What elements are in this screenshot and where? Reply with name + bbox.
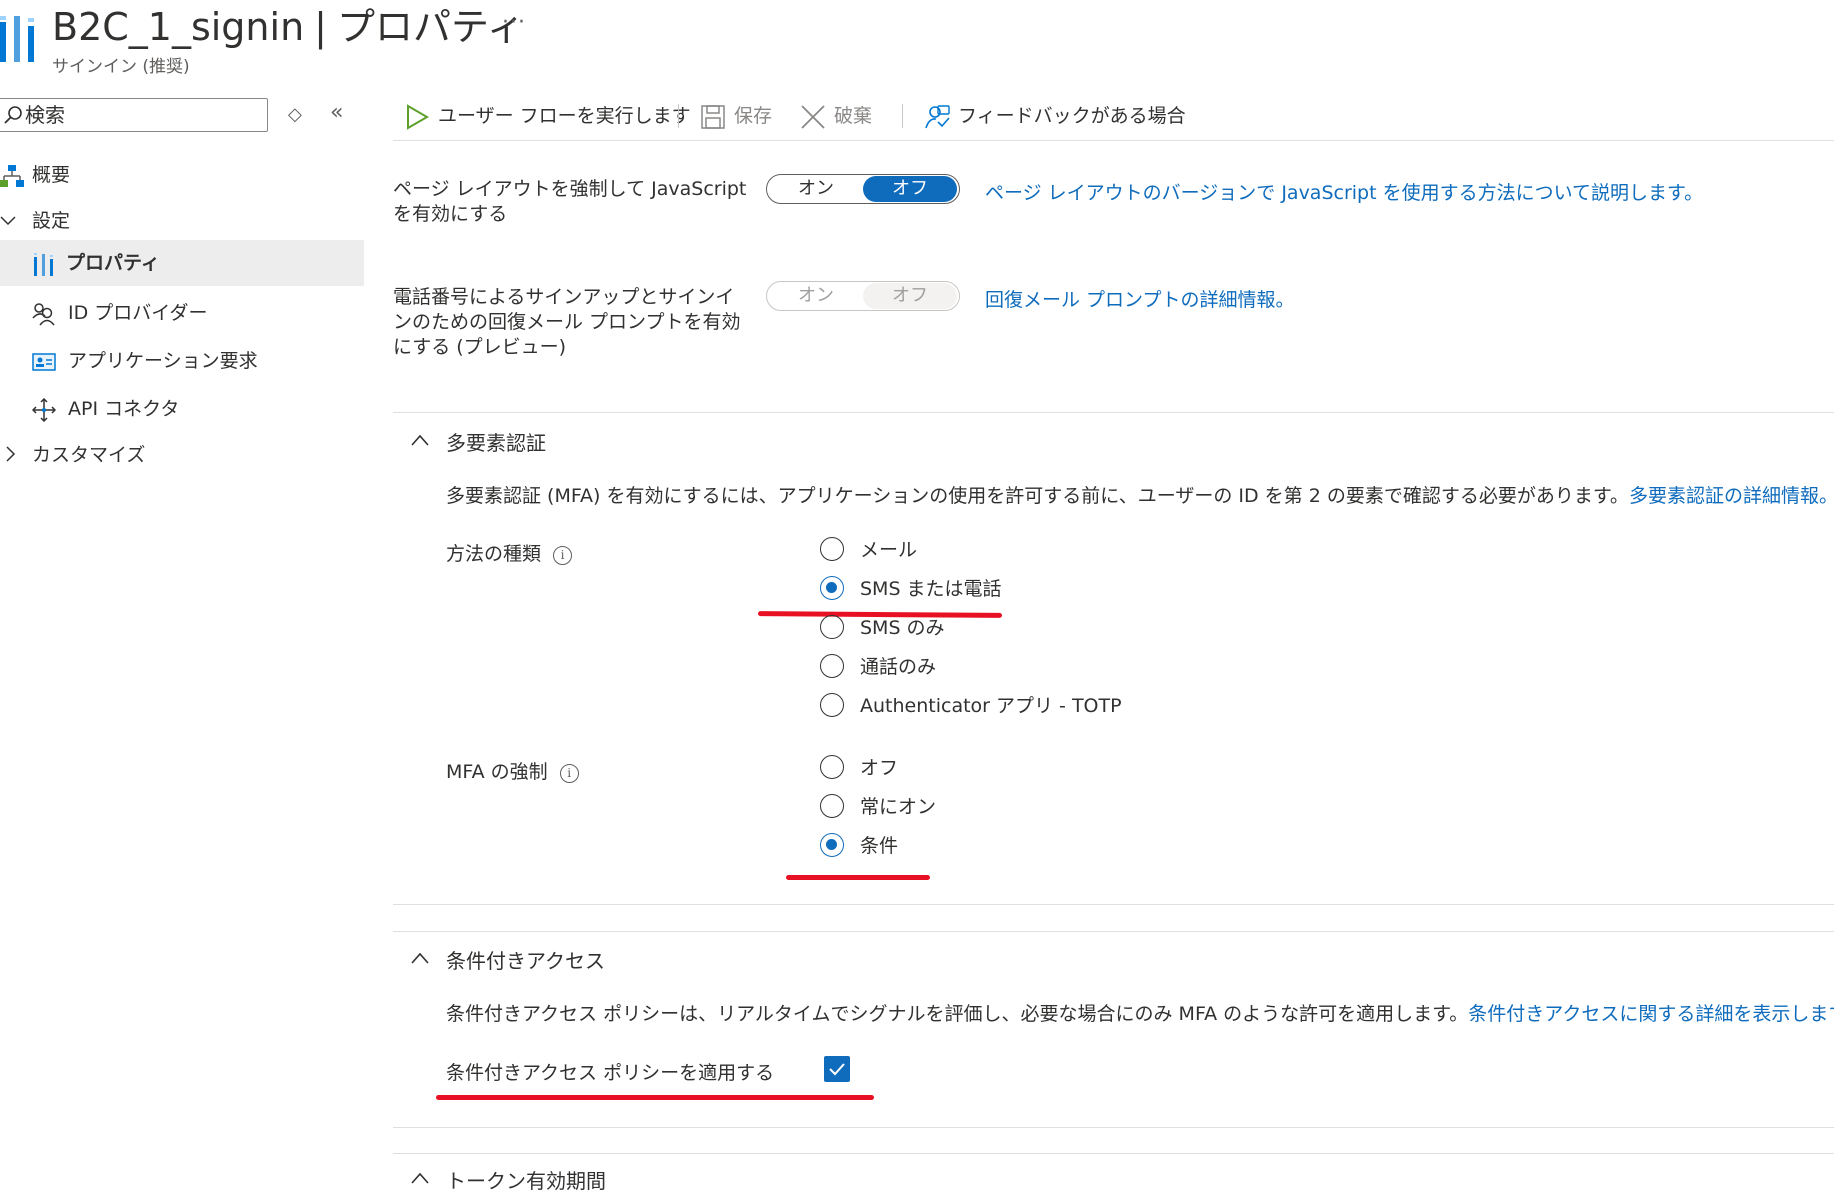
phone-learn-more-link[interactable]: 回復メール プロンプトの詳細情報。 (985, 285, 1294, 312)
method-type-label: 方法の種類 i (446, 542, 573, 567)
discard-button[interactable]: 破棄 (800, 100, 872, 132)
save-icon (701, 104, 725, 129)
search-icon (4, 106, 22, 124)
radio-button[interactable] (820, 537, 844, 561)
app-claims-icon (32, 353, 56, 371)
mfa-enforcement-label-text: MFA の強制 (446, 761, 548, 783)
radio-label: Authenticator アプリ - TOTP (860, 695, 1122, 717)
play-icon (407, 103, 429, 130)
toolbar-divider (678, 104, 679, 128)
feedback-button[interactable]: フィードバックがある場合 (924, 100, 1186, 132)
radio-button-selected[interactable] (820, 833, 844, 857)
mfa-description-text: 多要素認証 (MFA) を有効にするには、アプリケーションの使用を許可する前に、… (446, 485, 1629, 507)
sidebar-search[interactable] (0, 98, 268, 132)
more-options-button[interactable]: ··· (502, 10, 526, 35)
conditional-access-learn-more-link[interactable]: 条件付きアクセスに関する詳細を表示します。 (1468, 1003, 1834, 1025)
conditional-access-description: 条件付きアクセス ポリシーは、リアルタイムでシグナルを評価し、必要な場合にのみ … (446, 999, 1834, 1026)
toggle-on-option[interactable]: オン (769, 283, 863, 309)
radio-label: オフ (860, 757, 899, 779)
annotation-underline (786, 875, 930, 880)
method-type-label-text: 方法の種類 (446, 543, 542, 565)
mfa-description: 多要素認証 (MFA) を有効にするには、アプリケーションの使用を許可する前に、… (446, 481, 1834, 508)
phone-setting-label: 電話番号によるサインアップとサインインのための回復メール プロンプトを有効にする… (393, 286, 741, 358)
radio-label: SMS のみ (860, 617, 945, 639)
mfa-section-title[interactable]: 多要素認証 (446, 427, 546, 456)
properties-icon (34, 253, 53, 276)
sidebar-item-overview[interactable]: 概要 (0, 152, 364, 198)
sitemap-icon (0, 165, 24, 187)
annotation-underline (436, 1095, 874, 1100)
close-icon (801, 104, 825, 129)
sidebar-item-label: API コネクタ (68, 398, 180, 420)
chevron-up-icon[interactable] (410, 951, 430, 965)
toggle-off-option[interactable]: オフ (863, 283, 957, 309)
radio-label: メール (860, 539, 918, 561)
chevron-down-icon (0, 216, 16, 226)
token-lifetime-section-title[interactable]: トークン有効期間 (446, 1165, 606, 1194)
page-subtitle: サインイン (推奨) (52, 57, 190, 77)
feedback-icon (925, 104, 950, 128)
section-divider (393, 1153, 1834, 1154)
run-user-flow-button[interactable]: ユーザー フローを実行します (404, 100, 691, 132)
radio-button[interactable] (820, 654, 844, 678)
radio-button[interactable] (820, 615, 844, 639)
section-divider (393, 931, 1834, 932)
radio-label: SMS または電話 (860, 578, 1002, 600)
info-icon[interactable]: i (553, 546, 573, 565)
sidebar-item-app-claims[interactable]: アプリケーション要求 (0, 338, 364, 384)
radio-label: 条件 (860, 835, 899, 857)
checkmark-icon (829, 1063, 845, 1076)
radio-button-selected[interactable] (820, 576, 844, 600)
feedback-label: フィードバックがある場合 (958, 105, 1186, 127)
js-toggle[interactable]: オン オフ (766, 174, 960, 204)
section-divider (393, 904, 1834, 905)
conditional-access-checkbox-label: 条件付きアクセス ポリシーを適用する (446, 1062, 775, 1084)
chevron-right-icon (6, 446, 16, 462)
mfa-learn-more-link[interactable]: 多要素認証の詳細情報。 (1629, 485, 1834, 507)
conditional-access-section-title[interactable]: 条件付きアクセス (446, 945, 605, 974)
sort-icon[interactable]: ◇ (288, 104, 302, 125)
save-label: 保存 (734, 105, 773, 127)
save-button[interactable]: 保存 (700, 100, 772, 132)
radio-label: 常にオン (860, 796, 937, 818)
toolbar-divider (393, 140, 1834, 141)
js-setting-label: ページ レイアウトを強制して JavaScript を有効にする (393, 178, 747, 225)
radio-button[interactable] (820, 794, 844, 818)
chevron-up-icon[interactable] (410, 1171, 430, 1185)
discard-label: 破棄 (834, 105, 873, 127)
toolbar-divider (902, 104, 903, 128)
section-divider (393, 412, 1834, 413)
mfa-enforcement-label: MFA の強制 i (446, 760, 579, 785)
sidebar-item-label: カスタマイズ (32, 444, 146, 466)
radio-button[interactable] (820, 693, 844, 717)
sidebar-item-label: プロパティ (66, 252, 160, 274)
radio-label: 通話のみ (860, 656, 937, 678)
phone-recovery-toggle[interactable]: オン オフ (766, 281, 960, 311)
sidebar-item-label: 設定 (32, 210, 71, 232)
info-icon[interactable]: i (559, 764, 579, 783)
sidebar-item-label: 概要 (32, 164, 71, 186)
chevron-up-icon[interactable] (410, 433, 430, 447)
page-title: B2C_1_signin | プロパティ (52, 5, 525, 49)
properties-icon (0, 16, 34, 62)
identity-provider-icon (32, 303, 55, 326)
js-learn-more-link[interactable]: ページ レイアウトのバージョンで JavaScript を使用する方法について説… (985, 178, 1703, 205)
search-input[interactable] (25, 103, 255, 127)
collapse-sidebar-button[interactable]: « (330, 100, 343, 125)
sidebar-group-settings[interactable]: 設定 (0, 198, 364, 244)
radio-button[interactable] (820, 755, 844, 779)
toggle-on-option[interactable]: オン (769, 176, 863, 202)
toggle-off-option[interactable]: オフ (863, 176, 957, 202)
sidebar-item-id-providers[interactable]: ID プロバイダー (0, 290, 364, 336)
sidebar-group-customize[interactable]: カスタマイズ (0, 432, 364, 478)
run-user-flow-label: ユーザー フローを実行します (438, 105, 691, 127)
sidebar-item-label: アプリケーション要求 (68, 350, 258, 372)
api-connector-icon (32, 398, 56, 422)
sidebar-item-api-connectors[interactable]: API コネクタ (0, 386, 364, 432)
sidebar-item-label: ID プロバイダー (68, 302, 208, 324)
conditional-access-description-text: 条件付きアクセス ポリシーは、リアルタイムでシグナルを評価し、必要な場合にのみ … (446, 1003, 1469, 1025)
section-divider (393, 1127, 1834, 1128)
sidebar-item-properties[interactable]: プロパティ (0, 240, 364, 286)
conditional-access-checkbox[interactable] (824, 1056, 850, 1082)
